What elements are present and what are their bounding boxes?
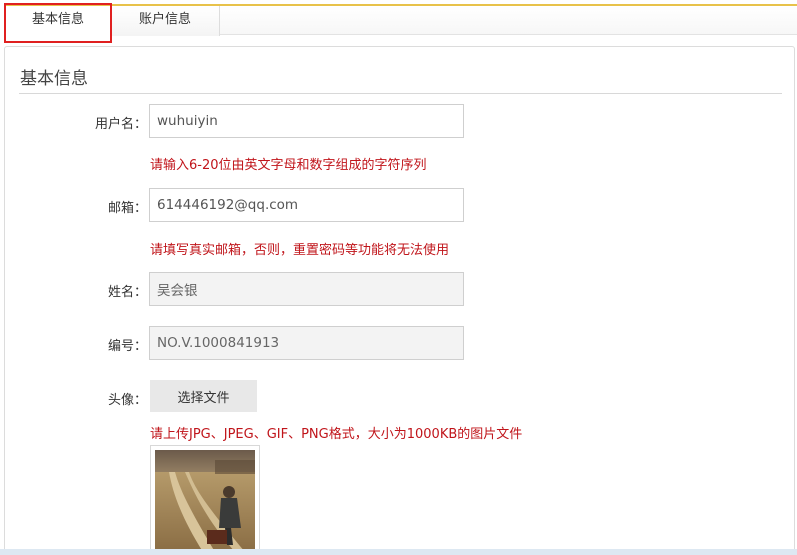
number-label: 编号： [107,339,147,354]
tab-account-info[interactable]: 账户信息 [110,6,220,36]
choose-file-button[interactable]: 选择文件 [150,380,257,412]
avatar-label: 头像： [107,393,147,408]
email-hint: 请填写真实邮箱，否则，重置密码等功能将无法使用 [150,243,450,258]
email-label: 邮箱： [107,201,147,216]
avatar-preview [150,445,260,555]
tab-basic-info[interactable]: 基本信息 [6,6,110,36]
username-hint: 请输入6-20位由英文字母和数字组成的字符序列 [150,158,427,173]
username-input[interactable] [149,104,464,138]
avatar-hint: 请上传JPG、JPEG、GIF、PNG格式，大小为1000KB的图片文件 [150,427,523,442]
username-label: 用户名： [94,117,147,132]
title-divider [19,93,782,94]
number-field [149,326,464,360]
avatar-image [155,450,255,552]
basic-info-panel: 基本信息 用户名： 请输入6-20位由英文字母和数字组成的字符序列 邮箱： 请填… [4,46,795,555]
email-input[interactable] [149,188,464,222]
page-title: 基本信息 [20,69,88,89]
bottom-scroll-strip [0,549,797,555]
name-field [149,272,464,306]
name-label: 姓名： [107,285,147,300]
tab-bar: 基本信息 账户信息 [4,4,797,36]
